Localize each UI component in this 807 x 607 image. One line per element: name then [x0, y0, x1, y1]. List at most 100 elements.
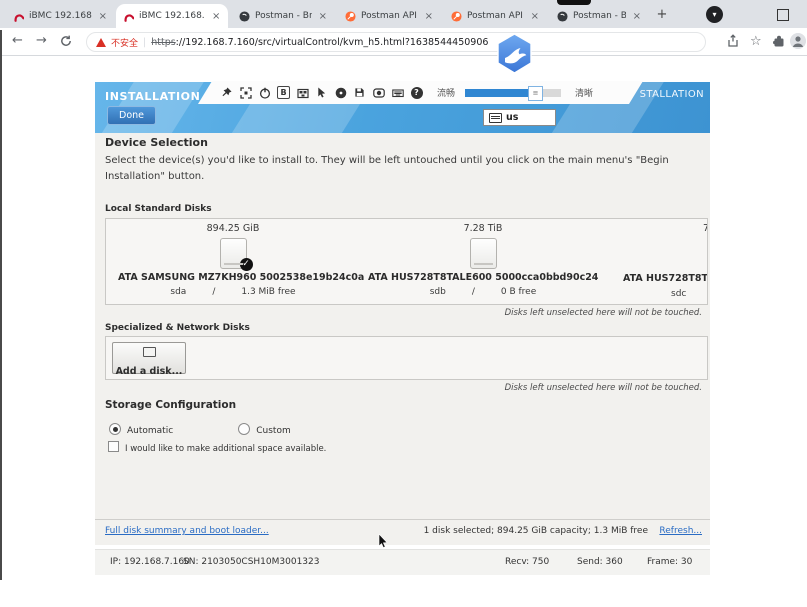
address-bar-row: ← → 不安全 | https://192.168.7.160/src/virt… [0, 28, 807, 56]
bookmark-star-icon[interactable]: ☆ [750, 34, 765, 49]
tab-postman-api-1[interactable]: Postman API Platfo × [338, 4, 440, 28]
status-ip: IP: 192.168.7.160 [110, 557, 190, 567]
maximize-button[interactable] [777, 9, 789, 21]
mouse-pointer-icon[interactable] [315, 86, 328, 99]
add-disk-button[interactable]: Add a disk... [112, 342, 186, 374]
tab-title: Postman - Browse [573, 11, 626, 21]
tab-close-icon[interactable]: × [99, 11, 107, 22]
tab-postman-browse-2[interactable]: Postman - Browse × [550, 4, 648, 28]
disk-size: 7 [703, 223, 708, 234]
disk-sdb[interactable]: 7.28 TiB ATA HUS728T8TALE600 5000cca0bbd… [368, 223, 598, 297]
kvm-toolbar: B ? 流畅 ≡ 清晰 [198, 81, 643, 104]
url-text: https://192.168.7.160/src/virtualControl… [151, 37, 488, 48]
custom-radio[interactable] [238, 423, 250, 435]
keyboard-icon [489, 113, 502, 123]
keyboard-layout-label: us [506, 112, 518, 123]
tab-postman-api-2[interactable]: Postman API Platfo × [444, 4, 546, 28]
tab-close-icon[interactable]: × [531, 11, 539, 22]
custom-label: Custom [256, 426, 290, 436]
header-right-text: STALLATION [640, 89, 704, 100]
storage-radio-row: Automatic Custom [109, 418, 291, 437]
tab-ibmc-2-active[interactable]: iBMC 192.168.7.16 × [116, 4, 228, 28]
back-icon[interactable]: ← [12, 33, 23, 48]
extensions-puzzle-icon[interactable] [772, 34, 787, 49]
osk-keyboard-icon[interactable] [391, 86, 404, 99]
done-button[interactable]: Done [107, 106, 156, 125]
reload-icon[interactable] [60, 35, 72, 47]
tab-title: Postman - Browse [255, 11, 312, 21]
disk-size: 894.25 GiB [118, 223, 348, 234]
new-tab-button[interactable]: + [654, 7, 670, 23]
keyboard-b-icon[interactable]: B [277, 86, 290, 99]
local-disks-panel: 894.25 GiB ✓ ATA SAMSUNG MZ7KH960 500253… [105, 218, 708, 305]
device-selection-title: Device Selection [105, 136, 208, 149]
share-icon[interactable] [726, 34, 741, 49]
tab-postman-browse-1[interactable]: Postman - Browse × [232, 4, 334, 28]
quality-slider[interactable]: ≡ [465, 89, 561, 97]
disk-name: ATA HUS728T8TALE600 5000cca0bbd90c24 [368, 272, 598, 283]
device-selection-description: Select the device(s) you'd like to insta… [105, 153, 705, 184]
quality-high-label: 清晰 [575, 86, 593, 99]
disk-device: sdc [671, 289, 686, 299]
disk-free: 0 B free [501, 287, 536, 297]
unselected-note: Disks left unselected here will not be t… [505, 308, 702, 318]
keyboard-layout-selector[interactable]: us [483, 109, 556, 126]
quality-slider-fill [465, 89, 534, 97]
cd-icon[interactable] [334, 86, 347, 99]
postman-dark-favicon [239, 11, 250, 22]
status-frame: Frame: 30 [647, 557, 692, 567]
xunlei-download-logo[interactable] [497, 34, 532, 73]
add-disk-label: Add a disk... [116, 366, 183, 377]
full-disk-summary-link[interactable]: Full disk summary and boot loader... [105, 526, 269, 536]
quality-slider-handle[interactable]: ≡ [528, 86, 543, 101]
tab-search-icon[interactable]: ▾ [706, 6, 723, 23]
security-warning-text: 不安全 [111, 36, 138, 49]
power-icon[interactable] [258, 86, 271, 99]
add-disk-icon [143, 347, 156, 357]
refresh-link[interactable]: Refresh... [659, 526, 702, 536]
postman-dark-favicon [557, 11, 568, 22]
selection-summary: 1 disk selected; 894.25 GiB capacity; 1.… [424, 526, 648, 536]
profile-avatar[interactable] [790, 33, 806, 49]
mouse-cursor [378, 534, 388, 549]
disk-icon [470, 238, 497, 269]
status-recv: Recv: 750 [505, 557, 549, 567]
security-warning-icon [96, 38, 106, 47]
fullscreen-icon[interactable] [239, 86, 252, 99]
screenshot-icon[interactable] [296, 86, 309, 99]
postman-favicon [345, 11, 356, 22]
record-icon[interactable] [372, 86, 385, 99]
footer-separator [95, 519, 710, 520]
help-icon[interactable]: ? [410, 86, 423, 99]
tab-close-icon[interactable]: × [319, 11, 327, 22]
tab-ibmc-1[interactable]: iBMC 192.168.7.16 × [6, 4, 114, 28]
url-field[interactable]: 不安全 | https://192.168.7.160/src/virtualC… [86, 32, 706, 52]
disk-sda[interactable]: 894.25 GiB ✓ ATA SAMSUNG MZ7KH960 500253… [118, 223, 348, 297]
disk-free: 1.3 MiB free [241, 287, 295, 297]
disk-name: ATA SAMSUNG MZ7KH960 5002538e19b24c0a [118, 272, 348, 283]
storage-configuration-title: Storage Configuration [105, 399, 236, 411]
kvm-status-bar: IP: 192.168.7.160 SN: 2103050CSH10M30013… [95, 549, 710, 575]
forward-icon[interactable]: → [36, 33, 47, 48]
tab-title: iBMC 192.168.7.16 [29, 11, 92, 21]
additional-space-row: I would like to make additional space av… [108, 436, 326, 455]
automatic-radio[interactable] [109, 423, 121, 435]
network-disks-title: Specialized & Network Disks [105, 323, 250, 333]
postman-favicon [451, 11, 462, 22]
tab-close-icon[interactable]: × [633, 11, 641, 22]
tab-title: Postman API Platfo [361, 11, 418, 21]
disk-mount: / [472, 287, 475, 297]
minimize-button[interactable] [742, 8, 754, 22]
browser-window: iBMC 192.168.7.16 × iBMC 192.168.7.16 × … [0, 0, 807, 607]
automatic-label: Automatic [127, 426, 173, 436]
tab-title: iBMC 192.168.7.16 [139, 11, 205, 21]
ibmc-favicon [123, 11, 134, 22]
additional-space-checkbox[interactable] [108, 441, 119, 452]
floppy-icon[interactable] [353, 86, 366, 99]
unselected-note: Disks left unselected here will not be t… [505, 383, 702, 393]
disk-device: sda [170, 287, 186, 297]
tab-close-icon[interactable]: × [425, 11, 433, 22]
status-sn: SN: 2103050CSH10M3001323 [183, 557, 320, 567]
tab-close-icon[interactable]: × [212, 11, 220, 22]
pin-icon[interactable] [220, 86, 233, 99]
